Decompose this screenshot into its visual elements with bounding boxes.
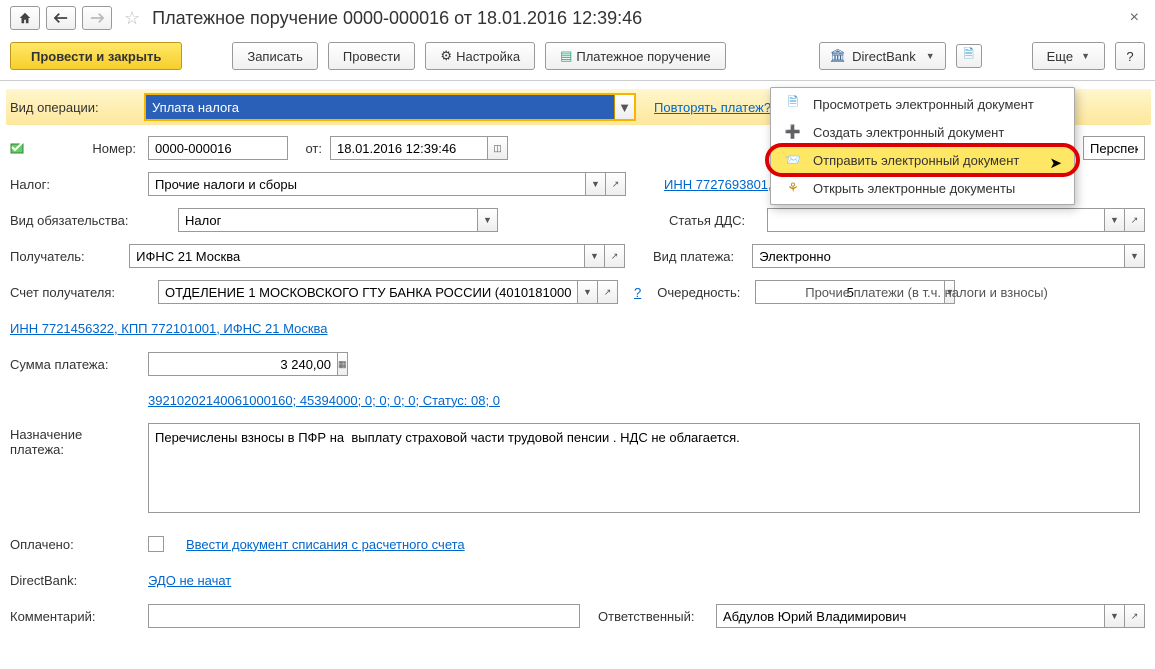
obligation-label: Вид обязательства: (10, 213, 170, 228)
calculator-icon[interactable]: ▦ (338, 352, 348, 376)
paid-link[interactable]: Ввести документ списания с расчетного сч… (186, 537, 465, 552)
inn-link[interactable]: ИНН 7721456322, КПП 772101001, ИФНС 21 М… (10, 321, 328, 336)
more-button[interactable]: Еще ▼ (1032, 42, 1105, 70)
directbank-button[interactable]: 🏛 DirectBank ▼ (819, 42, 946, 70)
chevron-down-icon[interactable]: ▼ (578, 280, 598, 304)
operation-type-field[interactable]: ▼ (144, 93, 636, 121)
dds-label: Статья ДДС: (669, 213, 759, 228)
date-label: от: (296, 141, 322, 156)
tax-label: Налог: (10, 177, 140, 192)
calendar-icon[interactable]: ◫ (488, 136, 508, 160)
payment-type-label: Вид платежа: (653, 249, 744, 264)
org-input[interactable] (1083, 136, 1145, 160)
comment-input[interactable] (148, 604, 580, 628)
help-link[interactable]: ? (634, 285, 641, 300)
send-icon: 📨 (785, 152, 801, 168)
dd-open-docs[interactable]: ⚘ Открыть электронные документы (771, 174, 1074, 202)
gear-icon: ⚙ (440, 48, 452, 64)
payment-order-button[interactable]: ▤ Платежное поручение (545, 42, 726, 70)
dd-send-doc[interactable]: 📨 Отправить электронный документ ➤ (771, 146, 1074, 174)
open-icon[interactable]: ↗ (1125, 208, 1145, 232)
priority-label: Очередность: (657, 285, 747, 300)
post-button[interactable]: Провести (328, 42, 416, 70)
chevron-down-icon[interactable]: ▼ (1105, 604, 1125, 628)
amount-input[interactable] (148, 352, 338, 376)
operation-type-input[interactable] (146, 100, 614, 115)
paid-label: Оплачено: (10, 537, 140, 552)
chevron-down-icon: ▼ (1081, 51, 1090, 61)
commit-button[interactable]: Провести и закрыть (10, 42, 182, 70)
dd-create-doc[interactable]: ➕ Создать электронный документ (771, 118, 1074, 146)
dd-view-doc[interactable]: 🗎 Просмотреть электронный документ (771, 90, 1074, 118)
chevron-down-icon[interactable]: ▼ (586, 172, 606, 196)
comment-label: Комментарий: (10, 609, 140, 624)
help-button[interactable]: ? (1115, 42, 1145, 70)
chevron-down-icon[interactable]: ▼ (478, 208, 498, 232)
obligation-input[interactable] (178, 208, 478, 232)
bank-icon: 🏛 (830, 48, 847, 64)
directbank-dropdown: 🗎 Просмотреть электронный документ ➕ Соз… (770, 87, 1075, 205)
number-label: Номер: (34, 141, 140, 156)
repeat-payment-link[interactable]: Повторять платеж? (654, 100, 771, 115)
forward-button[interactable] (82, 6, 112, 30)
status-icon (10, 141, 26, 155)
document-icon: 🗎 (963, 45, 973, 67)
close-icon[interactable]: × (1124, 9, 1145, 27)
recipient-input[interactable] (129, 244, 585, 268)
recipient-label: Получатель: (10, 249, 121, 264)
chevron-down-icon[interactable]: ▼ (585, 244, 605, 268)
directbank-status-link[interactable]: ЭДО не начат (148, 573, 231, 588)
tax-input[interactable] (148, 172, 586, 196)
open-icon[interactable]: ↗ (598, 280, 618, 304)
operation-type-label: Вид операции: (10, 100, 136, 115)
payment-code-link[interactable]: 39210202140061000160; 45394000; 0; 0; 0;… (148, 393, 500, 408)
home-button[interactable] (10, 6, 40, 30)
recipient-account-input[interactable] (158, 280, 578, 304)
responsible-input[interactable] (716, 604, 1105, 628)
chevron-down-icon[interactable]: ▼ (614, 95, 634, 119)
favorite-star-icon[interactable]: ☆ (124, 8, 140, 29)
responsible-label: Ответственный: (598, 609, 708, 624)
open-icon[interactable]: ↗ (1125, 604, 1145, 628)
chevron-down-icon: ▼ (926, 51, 935, 61)
date-input[interactable] (330, 136, 488, 160)
create-from-button[interactable]: 🗎 (956, 44, 982, 68)
priority-note: Прочие платежи (в т.ч. налоги и взносы) (805, 285, 1048, 300)
recipient-account-label: Счет получателя: (10, 285, 150, 300)
chevron-down-icon[interactable]: ▼ (1105, 208, 1125, 232)
page-title: Платежное поручение 0000-000016 от 18.01… (152, 8, 1118, 29)
payment-type-input[interactable] (752, 244, 1125, 268)
chevron-down-icon[interactable]: ▼ (1125, 244, 1145, 268)
purpose-textarea[interactable] (148, 423, 1140, 513)
save-button[interactable]: Записать (232, 42, 318, 70)
amount-label: Сумма платежа: (10, 357, 140, 372)
purpose-label: Назначение платежа: (10, 423, 140, 457)
tree-icon: ⚘ (785, 180, 801, 196)
back-button[interactable] (46, 6, 76, 30)
directbank-label: DirectBank: (10, 573, 140, 588)
document-icon: 🗎 (785, 96, 801, 112)
number-input[interactable] (148, 136, 288, 160)
settings-button[interactable]: ⚙ Настройка (425, 42, 535, 70)
open-icon[interactable]: ↗ (605, 244, 625, 268)
cursor-icon: ➤ (1049, 154, 1062, 172)
paid-checkbox[interactable] (148, 536, 164, 552)
dds-input[interactable] (767, 208, 1105, 232)
document-icon: ▤ (560, 48, 572, 64)
open-icon[interactable]: ↗ (606, 172, 626, 196)
plus-circle-icon: ➕ (785, 124, 801, 140)
